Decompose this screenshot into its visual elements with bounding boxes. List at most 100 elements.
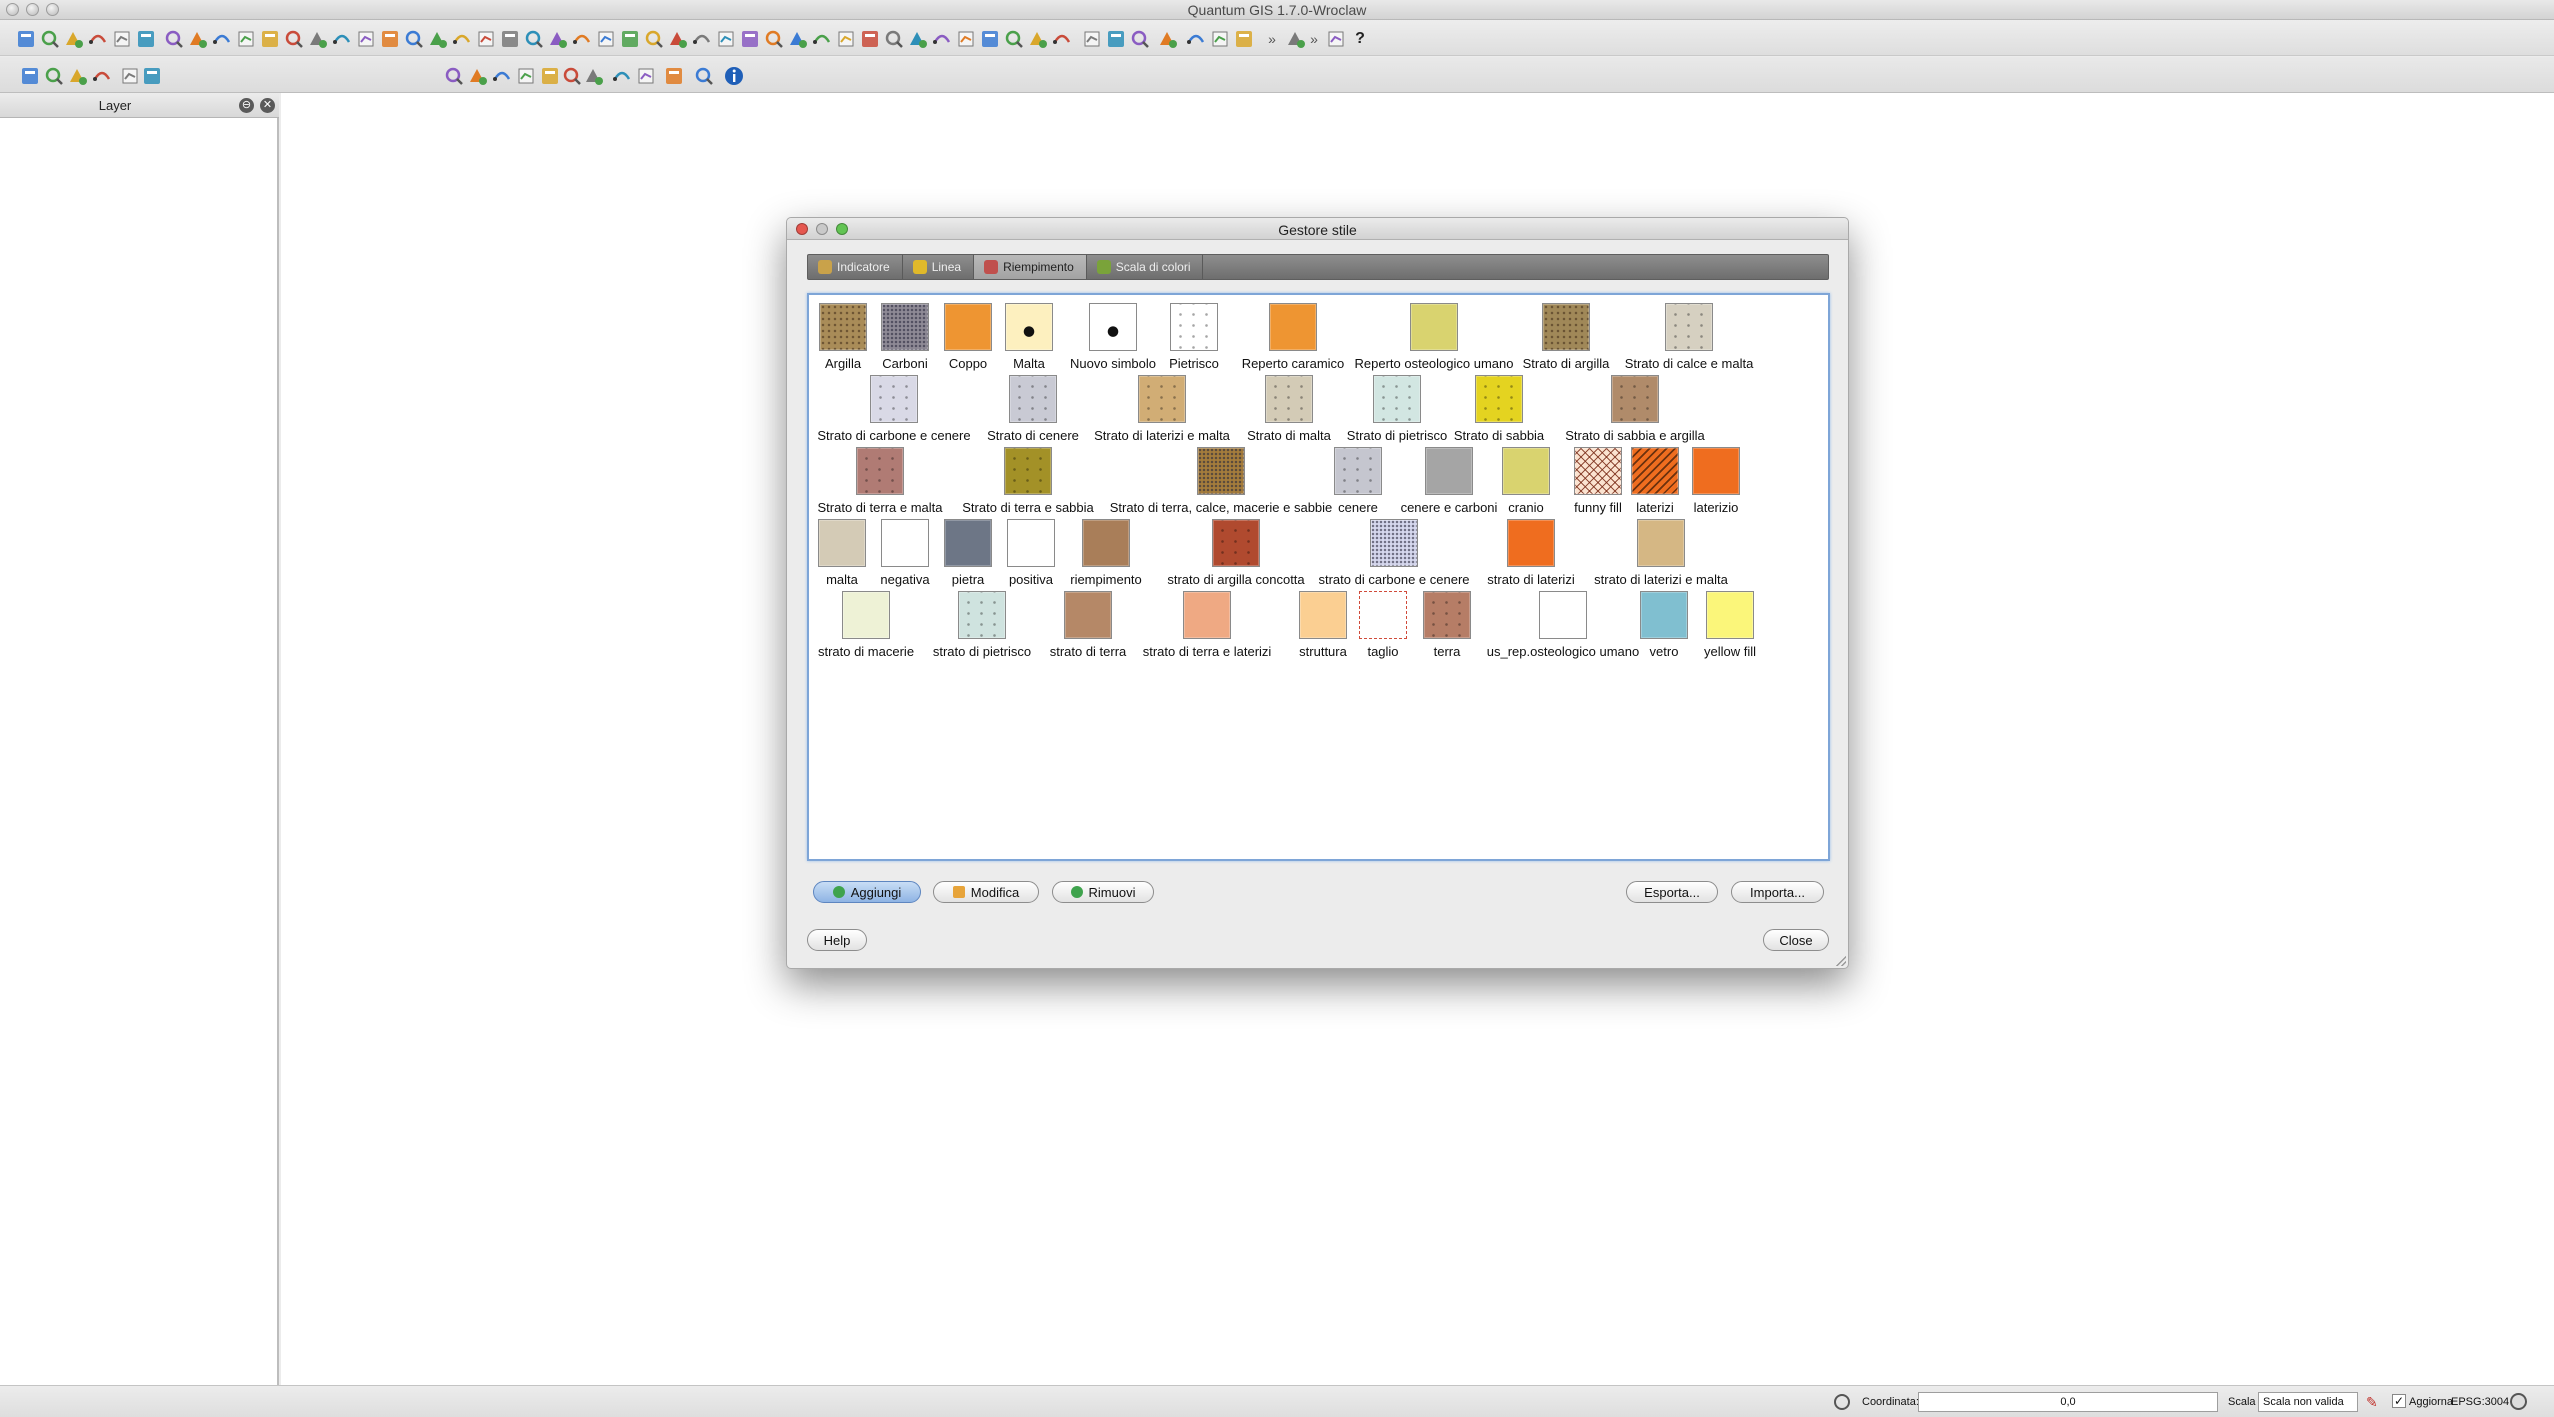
stop-render-icon[interactable]: ✎: [2366, 1394, 2382, 1410]
move-feature-icon[interactable]: [378, 27, 402, 51]
zoom-next-icon[interactable]: [978, 27, 1002, 51]
print-composer-icon[interactable]: [110, 27, 134, 51]
export-button[interactable]: Esporta...: [1626, 881, 1718, 903]
update-checkbox[interactable]: ✓: [2392, 1394, 2406, 1408]
add-part-icon[interactable]: [594, 27, 618, 51]
globe-icon[interactable]: [610, 64, 634, 88]
pan-icon[interactable]: [810, 27, 834, 51]
zoom-layer-icon[interactable]: [906, 27, 930, 51]
zoom-out-icon[interactable]: [858, 27, 882, 51]
print-icon[interactable]: [134, 27, 158, 51]
symbol-item[interactable]: Strato di sabbia: [1439, 375, 1559, 443]
new-bookmark-icon[interactable]: [1232, 27, 1256, 51]
capture-line-icon[interactable]: [66, 64, 90, 88]
add-ring-icon[interactable]: [570, 27, 594, 51]
remove-layer-icon[interactable]: [306, 27, 330, 51]
plugin-e-icon[interactable]: [538, 64, 562, 88]
help-button[interactable]: Help: [807, 929, 867, 951]
symbol-item[interactable]: strato di laterizi: [1471, 519, 1591, 587]
magnet-icon[interactable]: [1324, 27, 1348, 51]
refresh-icon[interactable]: [1026, 27, 1050, 51]
attribute-table-icon[interactable]: [1128, 27, 1152, 51]
zoom-selection-icon[interactable]: [930, 27, 954, 51]
delete-selected-icon[interactable]: [426, 27, 450, 51]
symbol-item[interactable]: Strato di terra e sabbia: [962, 447, 1094, 515]
annotation-icon[interactable]: [1184, 27, 1208, 51]
crs-globe-icon[interactable]: [2510, 1393, 2527, 1410]
split-icon[interactable]: [714, 27, 738, 51]
plugin-f-icon[interactable]: [560, 64, 584, 88]
save-as-icon[interactable]: [86, 27, 110, 51]
plugin-b-icon[interactable]: [466, 64, 490, 88]
more-icon[interactable]: »: [1302, 27, 1326, 51]
paste-icon[interactable]: [498, 27, 522, 51]
capture-point-icon[interactable]: [42, 64, 66, 88]
add-button[interactable]: Aggiungi: [813, 881, 921, 903]
symbol-item[interactable]: strato di macerie: [806, 591, 926, 659]
capture-polygon-icon[interactable]: [90, 64, 114, 88]
symbol-item[interactable]: Strato di calce e malta: [1625, 303, 1753, 371]
symbol-item[interactable]: yellow fill: [1670, 591, 1790, 659]
undo-icon[interactable]: [522, 27, 546, 51]
scale-field[interactable]: Scala non valida: [2258, 1392, 2358, 1412]
tab-riempimento[interactable]: Riempimento: [974, 255, 1087, 279]
redo-icon[interactable]: [546, 27, 570, 51]
symbol-item[interactable]: strato di carbone e cenere: [1318, 519, 1470, 587]
symbol-item[interactable]: Strato di terra, calce, macerie e sabbie: [1110, 447, 1332, 515]
toggle-edit-icon[interactable]: [330, 27, 354, 51]
crs-status[interactable]: EPSG:3004: [2451, 1396, 2509, 1408]
save-edits-icon[interactable]: [354, 27, 378, 51]
bookmark-icon[interactable]: [1208, 27, 1232, 51]
edit-button[interactable]: Modifica: [933, 881, 1039, 903]
merge-icon[interactable]: [738, 27, 762, 51]
layer-tree[interactable]: [0, 118, 277, 1385]
symbol-item[interactable]: Strato di sabbia e argilla: [1565, 375, 1705, 443]
zoom-last-icon[interactable]: [954, 27, 978, 51]
identify-icon[interactable]: [1080, 27, 1104, 51]
raster-tools-icon[interactable]: [118, 64, 142, 88]
open-project-icon[interactable]: [38, 27, 62, 51]
delete-ring-icon[interactable]: [642, 27, 666, 51]
reshape-icon[interactable]: [690, 27, 714, 51]
add-vector-icon[interactable]: [162, 27, 186, 51]
node-tool-icon[interactable]: [402, 27, 426, 51]
simplify-icon[interactable]: [618, 27, 642, 51]
copy-icon[interactable]: [474, 27, 498, 51]
map-tips-icon[interactable]: [1050, 27, 1074, 51]
symbol-item[interactable]: Strato di malta: [1229, 375, 1349, 443]
add-spatialite-icon[interactable]: [234, 27, 258, 51]
plugin-g-icon[interactable]: [582, 64, 606, 88]
new-shapefile-icon[interactable]: [282, 27, 306, 51]
rotate-icon[interactable]: [786, 27, 810, 51]
tab-indicatore[interactable]: Indicatore: [808, 255, 903, 279]
symbol-item[interactable]: Strato di terra e malta: [818, 447, 943, 515]
whats-this-icon[interactable]: ?: [1348, 27, 1372, 51]
symbol-item[interactable]: Reperto osteologico umano: [1355, 303, 1514, 371]
symbol-item[interactable]: strato di terra: [1028, 591, 1148, 659]
coordinate-field[interactable]: 0,0: [1918, 1392, 2218, 1412]
python-icon[interactable]: [692, 64, 716, 88]
merge-attributes-icon[interactable]: [762, 27, 786, 51]
add-wms-icon[interactable]: [258, 27, 282, 51]
symbol-item[interactable]: strato di pietrisco: [922, 591, 1042, 659]
select-icon[interactable]: [1104, 27, 1128, 51]
plugin-a-icon[interactable]: [442, 64, 466, 88]
symbol-item[interactable]: laterizio: [1656, 447, 1776, 515]
cut-icon[interactable]: [450, 27, 474, 51]
info-icon[interactable]: [722, 64, 746, 88]
symbol-item[interactable]: Strato di carbone e cenere: [817, 375, 971, 443]
symbol-item[interactable]: strato di laterizi e malta: [1594, 519, 1728, 587]
symbol-item[interactable]: Strato di cenere: [973, 375, 1093, 443]
sync-icon[interactable]: [634, 64, 658, 88]
add-postgis-icon[interactable]: [210, 27, 234, 51]
delete-part-icon[interactable]: [666, 27, 690, 51]
import-button[interactable]: Importa...: [1731, 881, 1824, 903]
zoom-actual-icon[interactable]: [1002, 27, 1026, 51]
add-raster-icon[interactable]: [186, 27, 210, 51]
close-panel-icon[interactable]: ✕: [260, 98, 275, 113]
tab-scala-di-colori[interactable]: Scala di colori: [1087, 255, 1204, 279]
remove-button[interactable]: Rimuovi: [1052, 881, 1154, 903]
plugin-c-icon[interactable]: [490, 64, 514, 88]
measure-icon[interactable]: [1156, 27, 1180, 51]
zoom-full-icon[interactable]: [882, 27, 906, 51]
